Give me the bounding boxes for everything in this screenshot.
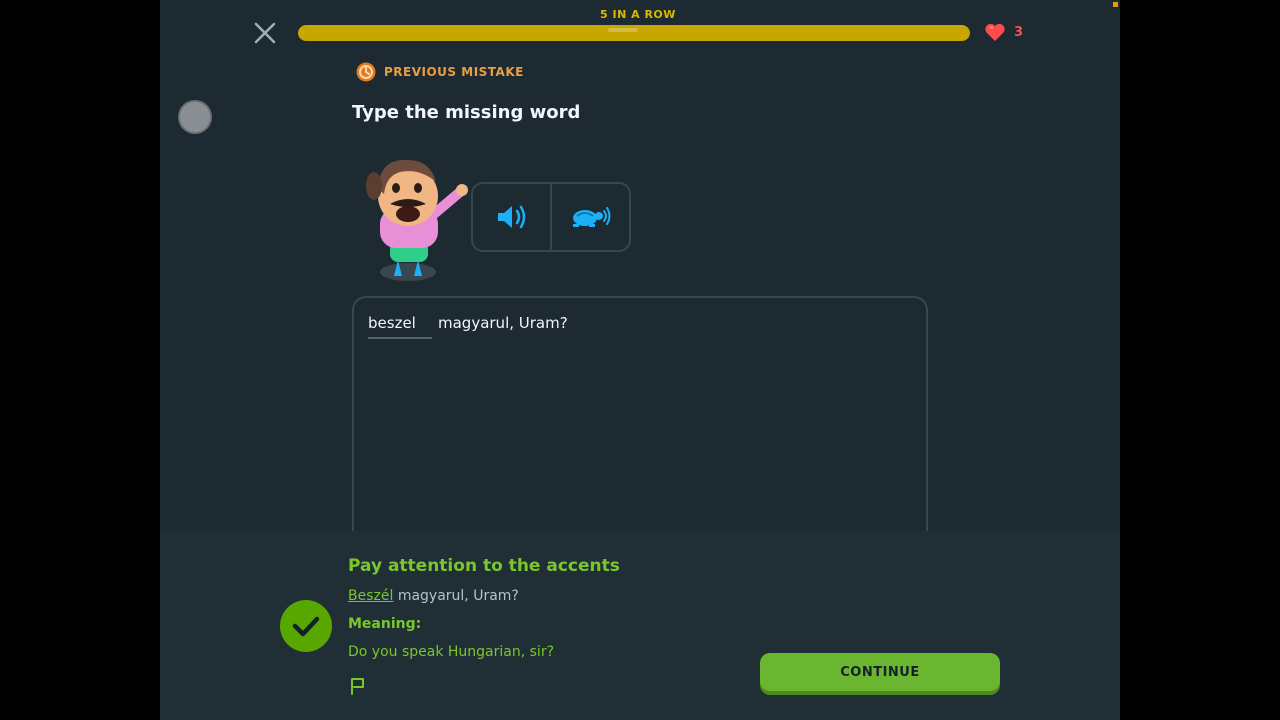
hearts-counter[interactable]: 3: [984, 22, 1023, 42]
correct-answer-rest: magyarul, Uram?: [393, 588, 519, 604]
meaning-label: Meaning:: [348, 616, 422, 632]
character-illustration: [366, 159, 468, 281]
play-slow-audio-button[interactable]: [550, 184, 629, 250]
feedback-title: Pay attention to the accents: [348, 556, 620, 576]
speaker-icon: [497, 205, 525, 229]
previous-mistake-icon: [356, 62, 376, 82]
progress-bar: [298, 25, 970, 41]
meaning-text: Do you speak Hungarian, sir?: [348, 644, 555, 660]
flag-icon: [351, 678, 364, 695]
sentence-text: magyarul, Uram?: [438, 314, 568, 332]
previous-mistake-badge: PREVIOUS MISTAKE: [356, 62, 524, 82]
continue-label: CONTINUE: [840, 664, 920, 680]
checkmark-icon: [292, 616, 320, 637]
close-icon: [254, 22, 276, 44]
report-button[interactable]: [348, 676, 368, 696]
lesson-screen: 5 IN A ROW 3 PREVIOUS MISTAKE Type the m…: [160, 0, 1120, 720]
correct-answer: Beszél magyarul, Uram?: [348, 588, 519, 604]
status-indicator: [1113, 2, 1118, 7]
correct-answer-word: Beszél: [348, 588, 394, 604]
challenge-instruction: Type the missing word: [352, 102, 581, 123]
continue-button[interactable]: CONTINUE: [760, 653, 1000, 691]
correct-indicator: [280, 600, 332, 652]
audio-button-group: [471, 182, 631, 252]
progress-highlight: [608, 28, 638, 32]
close-button[interactable]: [252, 20, 278, 46]
missing-word-input[interactable]: beszel: [368, 314, 432, 339]
sentence-card: beszel magyarul, Uram?: [352, 296, 928, 556]
previous-mistake-label: PREVIOUS MISTAKE: [384, 65, 524, 79]
play-audio-button[interactable]: [473, 184, 550, 250]
feedback-panel: Pay attention to the accents Beszél magy…: [160, 531, 1120, 720]
heart-icon: [985, 23, 1005, 41]
assistive-touch-button[interactable]: [180, 102, 210, 132]
turtle-slow-audio-icon: [572, 207, 610, 227]
streak-label: 5 IN A ROW: [600, 8, 676, 21]
hearts-count: 3: [1014, 24, 1024, 40]
